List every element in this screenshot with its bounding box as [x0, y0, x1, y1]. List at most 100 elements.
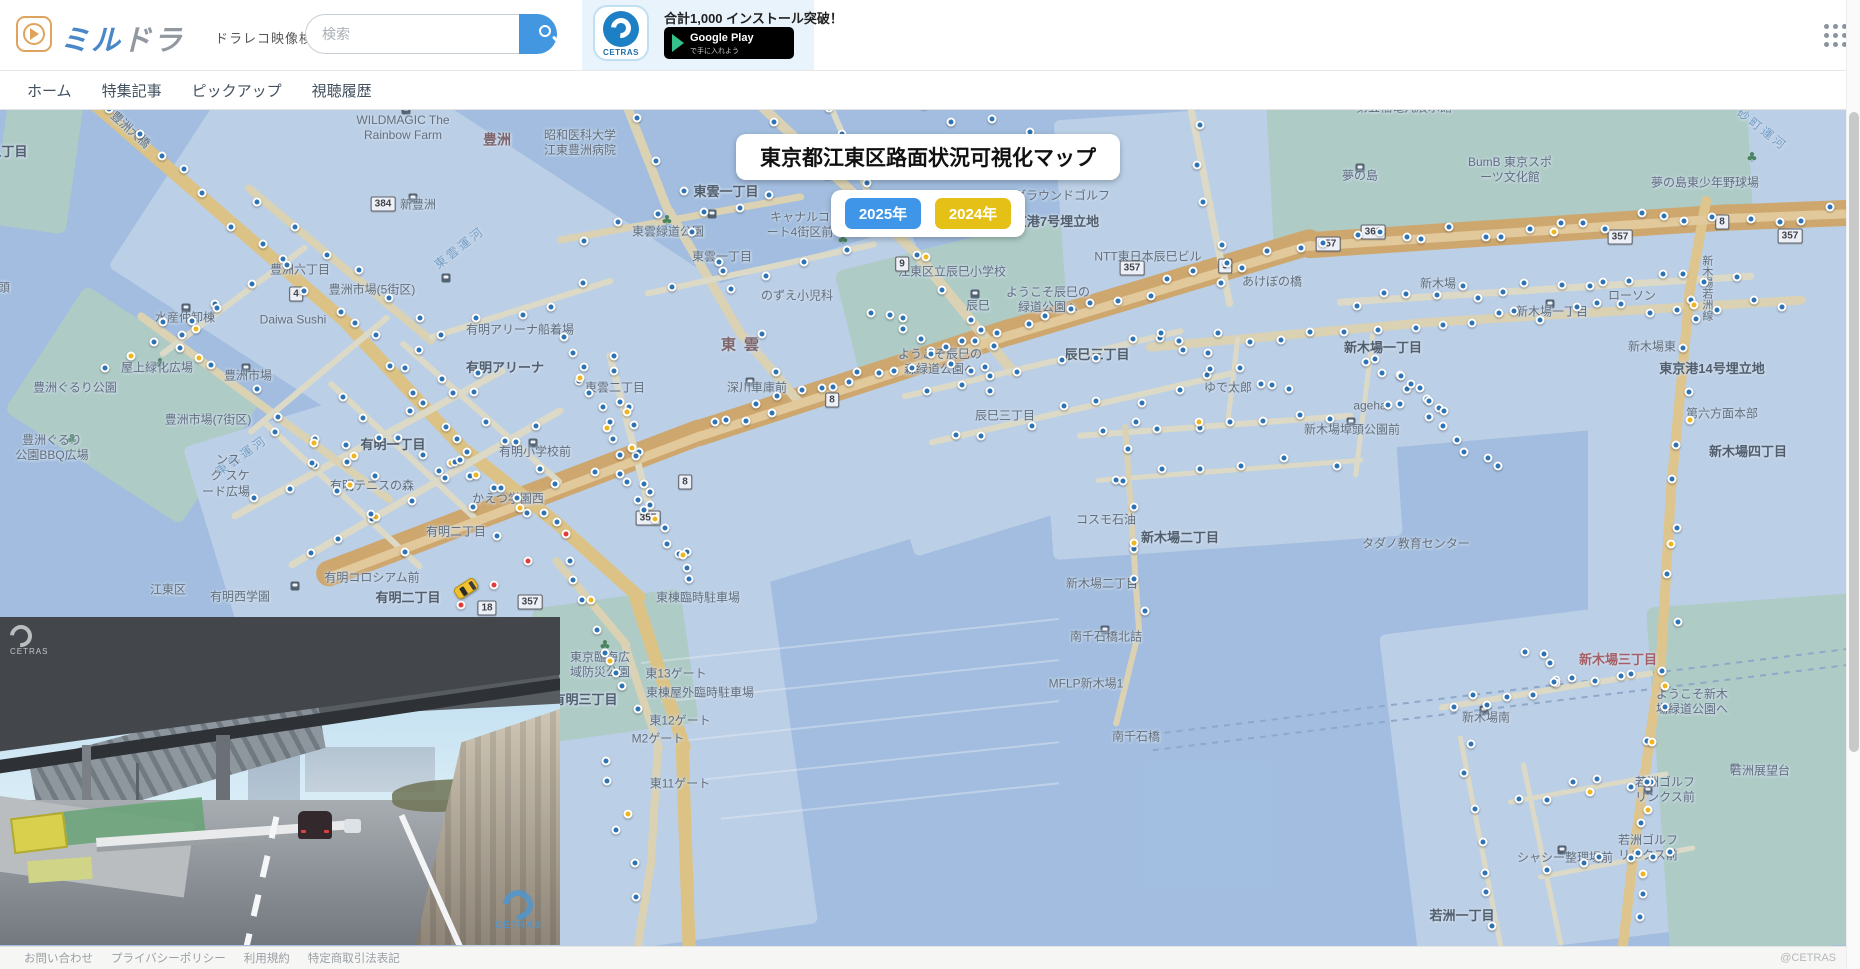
video-marker-dot[interactable] — [569, 348, 578, 357]
video-marker-dot[interactable] — [1060, 402, 1069, 411]
video-marker-dot[interactable] — [1636, 818, 1645, 827]
video-marker-dot[interactable] — [1778, 302, 1787, 311]
video-marker-dot[interactable] — [1510, 307, 1519, 316]
video-marker-dot[interactable] — [663, 540, 672, 549]
video-marker-dot[interactable] — [1539, 650, 1548, 659]
video-marker-dot[interactable] — [845, 378, 854, 387]
video-marker-dot[interactable] — [566, 556, 575, 565]
video-marker-dot[interactable] — [1326, 414, 1335, 423]
video-marker-dot[interactable] — [291, 223, 300, 232]
video-marker-dot[interactable] — [1237, 263, 1246, 272]
video-marker-dot[interactable] — [342, 457, 351, 466]
video-marker-dot[interactable] — [1585, 788, 1594, 797]
video-marker-dot[interactable] — [367, 509, 376, 518]
video-marker-dot[interactable] — [1470, 804, 1479, 813]
video-marker-dot[interactable] — [751, 399, 760, 408]
video-marker-dot[interactable] — [394, 433, 403, 442]
video-marker-dot[interactable] — [1333, 462, 1342, 471]
video-marker-dot[interactable] — [1403, 233, 1412, 242]
video-marker-dot[interactable] — [660, 524, 669, 533]
alert-marker-dot[interactable] — [562, 530, 571, 539]
nav-item-0[interactable]: ホーム — [27, 80, 72, 101]
video-marker-dot[interactable] — [1375, 227, 1384, 236]
video-marker-dot[interactable] — [684, 575, 693, 584]
video-marker-dot[interactable] — [1480, 869, 1489, 878]
video-marker-dot[interactable] — [927, 349, 936, 358]
video-marker-dot[interactable] — [104, 110, 113, 114]
video-marker-dot[interactable] — [711, 417, 720, 426]
video-marker-dot[interactable] — [1796, 216, 1805, 225]
video-marker-dot[interactable] — [470, 387, 479, 396]
video-marker-dot[interactable] — [415, 313, 424, 322]
video-marker-dot[interactable] — [1222, 258, 1231, 267]
video-marker-dot[interactable] — [452, 435, 461, 444]
video-marker-dot[interactable] — [1130, 574, 1139, 583]
video-marker-dot[interactable] — [1268, 380, 1277, 389]
video-marker-dot[interactable] — [601, 756, 610, 765]
video-marker-dot[interactable] — [1625, 277, 1634, 286]
video-marker-dot[interactable] — [1668, 475, 1677, 484]
year-button-2024年[interactable]: 2024年 — [935, 198, 1011, 229]
video-marker-dot[interactable] — [1378, 369, 1387, 378]
video-marker-dot[interactable] — [1175, 386, 1184, 395]
nav-item-1[interactable]: 特集記事 — [102, 80, 162, 101]
video-marker-dot[interactable] — [1128, 335, 1137, 344]
video-marker-dot[interactable] — [1058, 355, 1067, 364]
video-marker-dot[interactable] — [678, 551, 687, 560]
video-marker-dot[interactable] — [177, 330, 186, 339]
video-marker-dot[interactable] — [440, 473, 449, 482]
video-marker-dot[interactable] — [967, 367, 976, 376]
video-marker-dot[interactable] — [1673, 523, 1682, 532]
video-marker-dot[interactable] — [1383, 401, 1392, 410]
video-marker-dot[interactable] — [976, 432, 985, 441]
video-marker-dot[interactable] — [437, 330, 446, 339]
video-marker-dot[interactable] — [993, 329, 1002, 338]
video-marker-dot[interactable] — [346, 481, 355, 490]
video-marker-dot[interactable] — [1362, 358, 1371, 367]
video-marker-dot[interactable] — [605, 656, 614, 665]
video-marker-dot[interactable] — [1203, 349, 1212, 358]
footer-link-1[interactable]: プライバシーポリシー — [111, 950, 226, 966]
video-marker-dot[interactable] — [1638, 890, 1647, 899]
video-marker-dot[interactable] — [1285, 384, 1294, 393]
video-marker-dot[interactable] — [1685, 415, 1694, 424]
video-marker-dot[interactable] — [1468, 690, 1477, 699]
video-marker-dot[interactable] — [957, 337, 966, 346]
video-marker-dot[interactable] — [1296, 410, 1305, 419]
video-marker-dot[interactable] — [1747, 214, 1756, 223]
video-marker-dot[interactable] — [414, 346, 423, 355]
video-marker-dot[interactable] — [668, 282, 677, 291]
video-marker-dot[interactable] — [852, 367, 861, 376]
video-marker-dot[interactable] — [1700, 277, 1709, 286]
video-marker-dot[interactable] — [282, 260, 291, 269]
video-marker-dot[interactable] — [258, 239, 267, 248]
video-marker-dot[interactable] — [247, 280, 256, 289]
video-marker-dot[interactable] — [150, 337, 159, 346]
video-marker-dot[interactable] — [158, 317, 167, 326]
video-marker-dot[interactable] — [687, 227, 696, 236]
video-marker-dot[interactable] — [875, 369, 884, 378]
scrollbar-thumb[interactable] — [1849, 112, 1859, 752]
video-marker-dot[interactable] — [1146, 292, 1155, 301]
video-marker-dot[interactable] — [135, 130, 144, 139]
video-marker-dot[interactable] — [401, 547, 410, 556]
video-marker-dot[interactable] — [646, 488, 655, 497]
video-marker-dot[interactable] — [536, 464, 545, 473]
video-marker-dot[interactable] — [700, 208, 709, 217]
video-marker-dot[interactable] — [1138, 398, 1147, 407]
video-marker-dot[interactable] — [1459, 447, 1468, 456]
video-marker-dot[interactable] — [493, 531, 502, 540]
video-marker-dot[interactable] — [829, 382, 838, 391]
video-marker-dot[interactable] — [912, 250, 921, 259]
video-marker-dot[interactable] — [1616, 672, 1625, 681]
search-button[interactable] — [519, 14, 557, 54]
video-marker-dot[interactable] — [1379, 288, 1388, 297]
video-marker-dot[interactable] — [1521, 647, 1530, 656]
video-marker-dot[interactable] — [867, 308, 876, 317]
video-marker-dot[interactable] — [406, 407, 415, 416]
dashcam-video-preview[interactable]: CETRAS CETRAS — [0, 617, 560, 945]
video-marker-dot[interactable] — [350, 318, 359, 327]
video-marker-dot[interactable] — [1648, 852, 1657, 861]
video-marker-dot[interactable] — [1685, 387, 1694, 396]
video-marker-dot[interactable] — [191, 324, 200, 333]
